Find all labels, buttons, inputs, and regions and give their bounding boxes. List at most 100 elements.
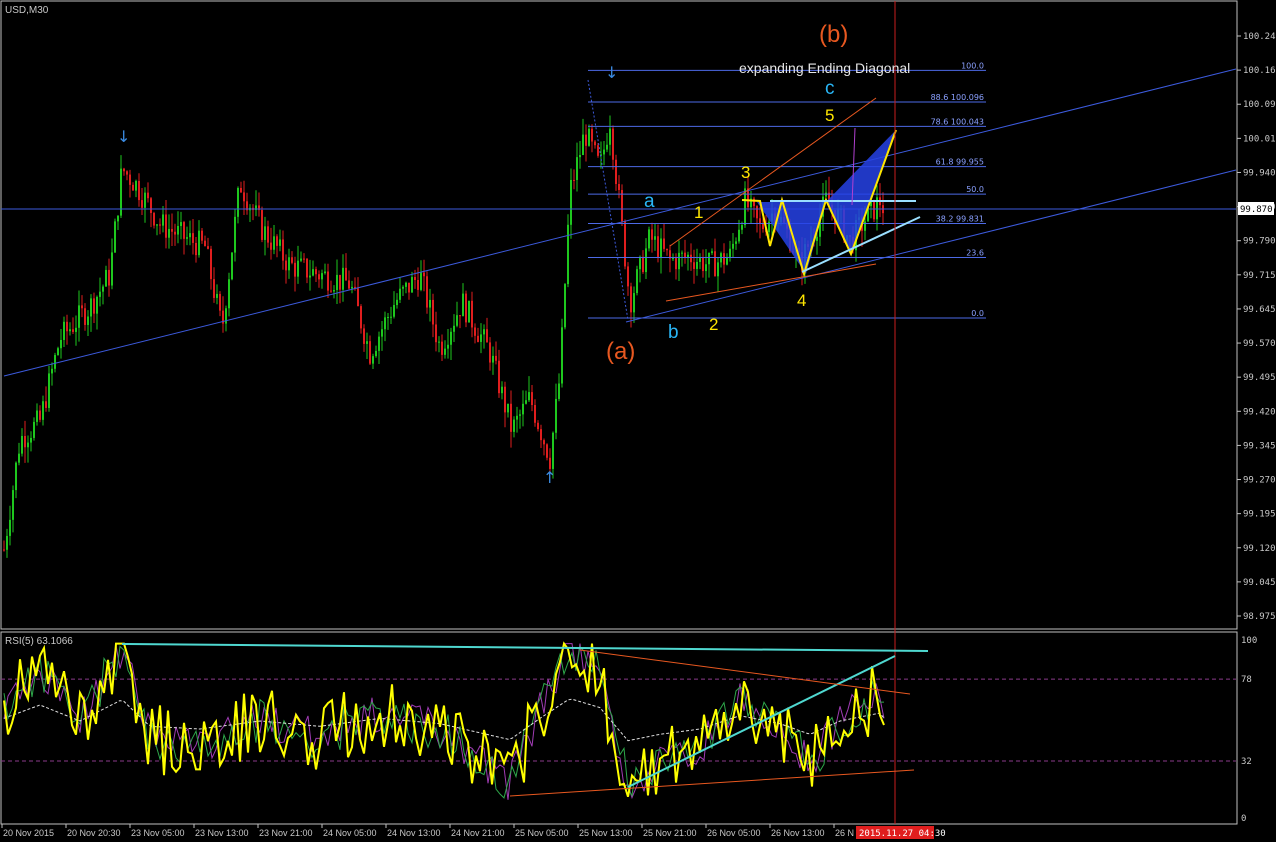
candle-body <box>12 490 14 520</box>
arrow-up-icon: ↑ <box>543 468 556 487</box>
candle-body <box>195 242 197 256</box>
pattern-title: expanding Ending Diagonal <box>739 60 910 76</box>
candle-body <box>597 145 599 156</box>
candle-body <box>336 274 338 291</box>
fib-level-label: 50.0 <box>966 185 984 194</box>
candle-body <box>369 341 371 364</box>
candle-body <box>483 329 485 335</box>
candle-body <box>84 308 86 325</box>
candle-body <box>516 415 518 420</box>
candle-body <box>315 269 317 275</box>
candle-body <box>603 149 605 155</box>
candle-body <box>594 141 596 146</box>
candle-body <box>465 293 467 323</box>
candle-body <box>174 231 176 235</box>
candles-layer <box>3 115 884 558</box>
candle-body <box>585 134 587 146</box>
time-tick-label: 24 Nov 13:00 <box>387 828 441 838</box>
candle-body <box>537 422 539 430</box>
candle-body <box>216 293 218 298</box>
fib-level-label: 78.6 100.043 <box>931 117 984 126</box>
candle-body <box>360 306 362 329</box>
candle-body <box>489 342 491 363</box>
channel-line-upper <box>3 68 1237 377</box>
svg-text:2015.11.27 04:30: 2015.11.27 04:30 <box>859 829 946 839</box>
candle-body <box>513 419 515 432</box>
arrow-down-icon: ↓ <box>117 127 130 146</box>
candle-body <box>699 257 701 262</box>
candle-body <box>147 192 149 199</box>
fib-level-label: 38.2 99.831 <box>936 215 984 224</box>
price-tick-label: 99.645 <box>1243 305 1276 315</box>
candle-body <box>129 174 131 185</box>
wave-label-3: 3 <box>741 163 750 182</box>
candle-body <box>228 279 230 309</box>
candle-body <box>642 256 644 273</box>
candle-body <box>81 305 83 309</box>
candle-body <box>396 299 398 306</box>
candle-body <box>546 444 548 458</box>
candle-body <box>330 290 332 292</box>
candle-body <box>495 355 497 361</box>
price-tick-label: 99.570 <box>1243 339 1276 349</box>
candle-body <box>702 257 704 272</box>
candle-body <box>51 368 53 374</box>
fib-level-label: 0.0 <box>971 309 984 318</box>
candle-body <box>210 248 212 280</box>
price-tick-label: 99.345 <box>1243 441 1276 451</box>
candle-body <box>726 257 728 265</box>
candle-body <box>663 238 665 249</box>
candle-body <box>675 258 677 270</box>
price-tick-label: 100.240 <box>1243 32 1276 42</box>
candle-body <box>165 214 167 238</box>
time-tick-label: 20 Nov 20:30 <box>67 828 121 838</box>
candle-body <box>48 373 50 408</box>
candle-body <box>123 168 125 172</box>
candle-body <box>240 188 242 193</box>
candle-body <box>390 316 392 318</box>
candle-body <box>93 298 95 314</box>
candle-body <box>534 405 536 423</box>
candle-body <box>345 267 347 281</box>
price-tick-label: 99.045 <box>1243 578 1276 588</box>
candle-body <box>294 262 296 277</box>
trendlines-layer: ↓ ↓ ↑ <box>1 1 1237 824</box>
candle-body <box>723 253 725 265</box>
candle-body <box>423 272 425 277</box>
candle-body <box>474 327 476 336</box>
candle-body <box>450 331 452 345</box>
candle-body <box>117 215 119 222</box>
candle-body <box>570 179 572 225</box>
price-tick-label: 100.165 <box>1243 66 1276 76</box>
candle-body <box>759 218 761 224</box>
candle-body <box>3 549 5 551</box>
candle-body <box>378 336 380 351</box>
candle-body <box>426 276 428 308</box>
candle-body <box>189 233 191 238</box>
candle-body <box>276 236 278 246</box>
candle-body <box>648 229 650 249</box>
wave-label-c: c <box>825 78 835 99</box>
time-tick-label: 23 Nov 05:00 <box>131 828 185 838</box>
candle-body <box>618 184 620 191</box>
candle-body <box>321 273 323 280</box>
candle-body <box>204 240 206 247</box>
candle-body <box>75 327 77 332</box>
time-tick-label: 26 Nov 13:00 <box>771 828 825 838</box>
wave-label-b-big: (b) <box>819 21 848 48</box>
chart-canvas[interactable]: 100.088.6 100.09678.6 100.04361.8 99.955… <box>0 0 1276 842</box>
candle-body <box>156 224 158 226</box>
time-tick-label: 24 Nov 21:00 <box>451 828 505 838</box>
candle-body <box>696 261 698 269</box>
channel-line-lower <box>625 169 1237 323</box>
candle-body <box>363 328 365 344</box>
candle-body <box>567 224 569 285</box>
candle-body <box>96 296 98 314</box>
candle-body <box>42 401 44 420</box>
candle-body <box>333 290 335 292</box>
rsi-tick-label: 32 <box>1241 757 1252 767</box>
candle-body <box>36 410 38 422</box>
candle-body <box>732 243 734 249</box>
candle-body <box>531 392 533 406</box>
candle-body <box>285 260 287 271</box>
